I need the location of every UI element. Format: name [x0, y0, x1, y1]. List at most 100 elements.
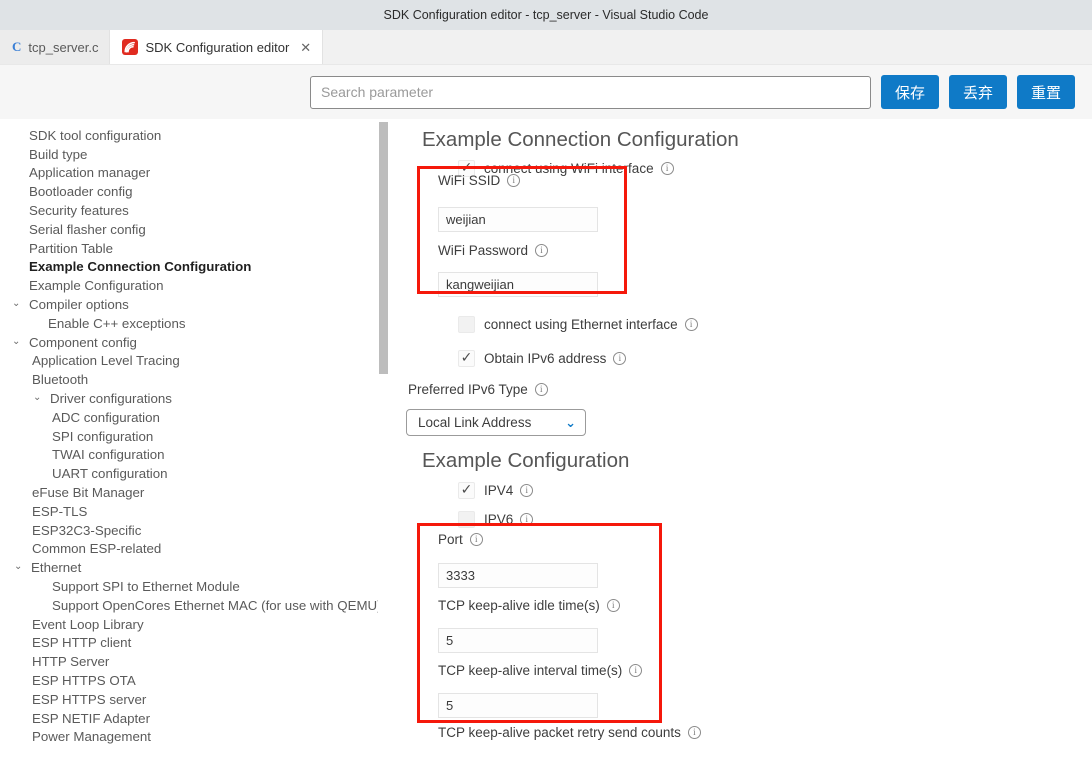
sidebar-item-build-type[interactable]: ⌄ Build type: [0, 145, 378, 164]
sidebar-item-label: Common ESP-related: [32, 541, 162, 557]
sidebar-item-security-features[interactable]: ⌄ Security features: [0, 201, 378, 220]
connect-using-ethernet-checkbox[interactable]: [458, 315, 475, 333]
tab-tcp-server-c[interactable]: C tcp_server.c: [0, 30, 111, 64]
sidebar-item-spi-configuration[interactable]: SPI configuration: [0, 427, 378, 446]
close-icon[interactable]: ✕: [300, 41, 311, 54]
sidebar-item-esp-https-ota[interactable]: ESP HTTPS OTA: [0, 671, 378, 690]
sidebar-item-esp-https-server[interactable]: ESP HTTPS server: [0, 690, 378, 709]
checkbox-label: connect using Ethernet interface i: [484, 317, 698, 332]
sidebar-item-http-server[interactable]: HTTP Server: [0, 652, 378, 671]
sidebar-item-esp-netif-adapter[interactable]: ESP NETIF Adapter: [0, 709, 378, 728]
sidebar-item-adc-configuration[interactable]: ADC configuration: [0, 408, 378, 427]
info-icon[interactable]: i: [613, 351, 627, 365]
sidebar-item-application-level-tracing[interactable]: Application Level Tracing: [0, 352, 378, 371]
sidebar-item-serial-flasher-config[interactable]: ⌄ Serial flasher config: [0, 220, 378, 239]
sidebar-item-compiler-options[interactable]: ⌄ Compiler options: [0, 295, 378, 314]
sidebar-item-efuse-bit-manager[interactable]: eFuse Bit Manager: [0, 483, 378, 502]
info-icon[interactable]: i: [469, 533, 483, 546]
sidebar-item-bluetooth[interactable]: Bluetooth: [0, 370, 378, 389]
sidebar-item-twai-configuration[interactable]: TWAI configuration: [0, 446, 378, 465]
sidebar-item-label: Example Configuration: [29, 278, 164, 294]
tcp-keepalive-interval-input[interactable]: [438, 693, 598, 718]
chevron-down-icon: ⌄: [565, 414, 576, 430]
field-label-wifi-password: WiFi Password i: [438, 243, 549, 258]
sidebar-item-esp32c3-specific[interactable]: ESP32C3-Specific: [0, 521, 378, 540]
sidebar-item-ethernet[interactable]: ⌄ Ethernet: [0, 558, 378, 577]
sidebar-item-enable-cpp-exceptions[interactable]: Enable C++ exceptions: [0, 314, 378, 333]
content-scrollbar-thumb[interactable]: [379, 122, 388, 374]
sidebar-item-event-loop-library[interactable]: Event Loop Library: [0, 615, 378, 634]
chevron-down-icon[interactable]: ⌄: [33, 392, 46, 403]
content-scrollbar-track[interactable]: [378, 119, 392, 771]
check-icon: ✓: [460, 481, 473, 497]
chevron-down-icon[interactable]: ⌄: [14, 561, 27, 572]
info-icon[interactable]: i: [520, 512, 534, 526]
sidebar-item-uart-configuration[interactable]: UART configuration: [0, 464, 378, 483]
sidebar-item-sdk-tool-configuration[interactable]: ⌄ SDK tool configuration: [0, 126, 378, 145]
checkbox-row-connect-using-ethernet[interactable]: connect using Ethernet interface i: [422, 311, 698, 337]
search-input[interactable]: [310, 75, 871, 109]
editor-tab-strip: C tcp_server.c SDK Configuration editor …: [0, 30, 1092, 65]
checkbox-label: IPV6 i: [484, 512, 534, 527]
wifi-password-input[interactable]: [438, 272, 598, 297]
obtain-ipv6-address-checkbox[interactable]: ✓: [458, 349, 475, 367]
sidebar-item-common-esp-related[interactable]: Common ESP-related: [0, 540, 378, 559]
sidebar-item-esp-http-client[interactable]: ESP HTTP client: [0, 634, 378, 653]
sidebar-item-partition-table[interactable]: ⌄ Partition Table: [0, 239, 378, 258]
sidebar-item-bootloader-config[interactable]: ⌄ Bootloader config: [0, 182, 378, 201]
sidebar-item-label: SPI configuration: [52, 428, 154, 444]
sidebar-item-label: Application manager: [29, 165, 151, 181]
sidebar-item-label: ESP HTTPS OTA: [32, 673, 136, 688]
sidebar-item-label: Serial flasher config: [29, 221, 146, 237]
sidebar-item-component-config[interactable]: ⌄ Component config: [0, 333, 378, 352]
sidebar-item-support-opencores-ethernet-mac[interactable]: Support OpenCores Ethernet MAC (for use …: [0, 596, 378, 615]
info-icon[interactable]: i: [507, 174, 521, 187]
wifi-ssid-input[interactable]: [438, 207, 598, 232]
sidebar-item-application-manager[interactable]: ⌄ Application manager: [0, 164, 378, 183]
sidebar-item-driver-configurations[interactable]: ⌄ Driver configurations: [0, 389, 378, 408]
info-icon[interactable]: i: [534, 383, 548, 396]
info-icon[interactable]: i: [520, 483, 534, 497]
sidebar-item-label: Example Connection Configuration: [29, 259, 252, 275]
info-icon[interactable]: i: [629, 664, 643, 677]
info-icon[interactable]: i: [687, 726, 701, 739]
chevron-down-icon[interactable]: ⌄: [12, 298, 25, 309]
sidebar-item-label: eFuse Bit Manager: [32, 485, 145, 501]
checkbox-row-ipv6[interactable]: IPV6 i: [422, 506, 534, 532]
info-icon[interactable]: i: [606, 599, 620, 612]
ipv6-checkbox[interactable]: [458, 510, 475, 528]
reset-button[interactable]: 重置: [1017, 75, 1075, 109]
discard-button[interactable]: 丢弃: [949, 75, 1007, 109]
sidebar-item-label: Build type: [29, 146, 88, 162]
tcp-keepalive-idle-input[interactable]: [438, 628, 598, 653]
field-label-port: Port i: [408, 532, 483, 547]
sidebar-item-label: Partition Table: [29, 240, 114, 256]
field-label-tcp-keepalive-interval: TCP keep-alive interval time(s) i: [438, 663, 643, 678]
sidebar-item-label: ESP32C3-Specific: [32, 522, 142, 538]
sidebar-item-example-connection-configuration[interactable]: ⌄ Example Connection Configuration: [0, 258, 378, 277]
sidebar-item-power-management[interactable]: Power Management: [0, 728, 378, 747]
info-icon[interactable]: i: [535, 244, 549, 257]
sidebar-item-label: Driver configurations: [50, 391, 172, 407]
preferred-ipv6-type-select[interactable]: Local Link Address ⌄: [406, 409, 586, 436]
sidebar-item-esp-tls[interactable]: ESP-TLS: [0, 502, 378, 521]
sidebar-item-label: ADC configuration: [52, 409, 160, 425]
sidebar-item-label: Ethernet: [31, 560, 82, 576]
config-form-panel: Example Connection Configuration ✓ conne…: [392, 119, 1092, 771]
select-value: Local Link Address: [418, 415, 532, 430]
info-icon[interactable]: i: [660, 161, 674, 175]
sidebar-item-support-spi-to-ethernet-module[interactable]: Support SPI to Ethernet Module: [0, 577, 378, 596]
tab-sdk-configuration-editor[interactable]: SDK Configuration editor ✕: [110, 30, 324, 64]
tab-label: SDK Configuration editor: [145, 39, 290, 55]
chevron-down-icon[interactable]: ⌄: [12, 336, 25, 347]
save-button[interactable]: 保存: [881, 75, 939, 109]
ipv4-checkbox[interactable]: ✓: [458, 481, 475, 499]
field-label-tcp-keepalive-retry-counts: TCP keep-alive packet retry send counts …: [408, 725, 701, 740]
sidebar-item-example-configuration[interactable]: ⌄ Example Configuration: [0, 276, 378, 295]
sidebar-item-label: Compiler options: [29, 297, 129, 313]
section-title-example-connection-configuration: Example Connection Configuration: [422, 128, 739, 151]
checkbox-row-obtain-ipv6-address[interactable]: ✓ Obtain IPv6 address i: [422, 345, 627, 371]
info-icon[interactable]: i: [684, 317, 698, 331]
port-input[interactable]: [438, 563, 598, 588]
checkbox-row-ipv4[interactable]: ✓ IPV4 i: [422, 477, 534, 503]
